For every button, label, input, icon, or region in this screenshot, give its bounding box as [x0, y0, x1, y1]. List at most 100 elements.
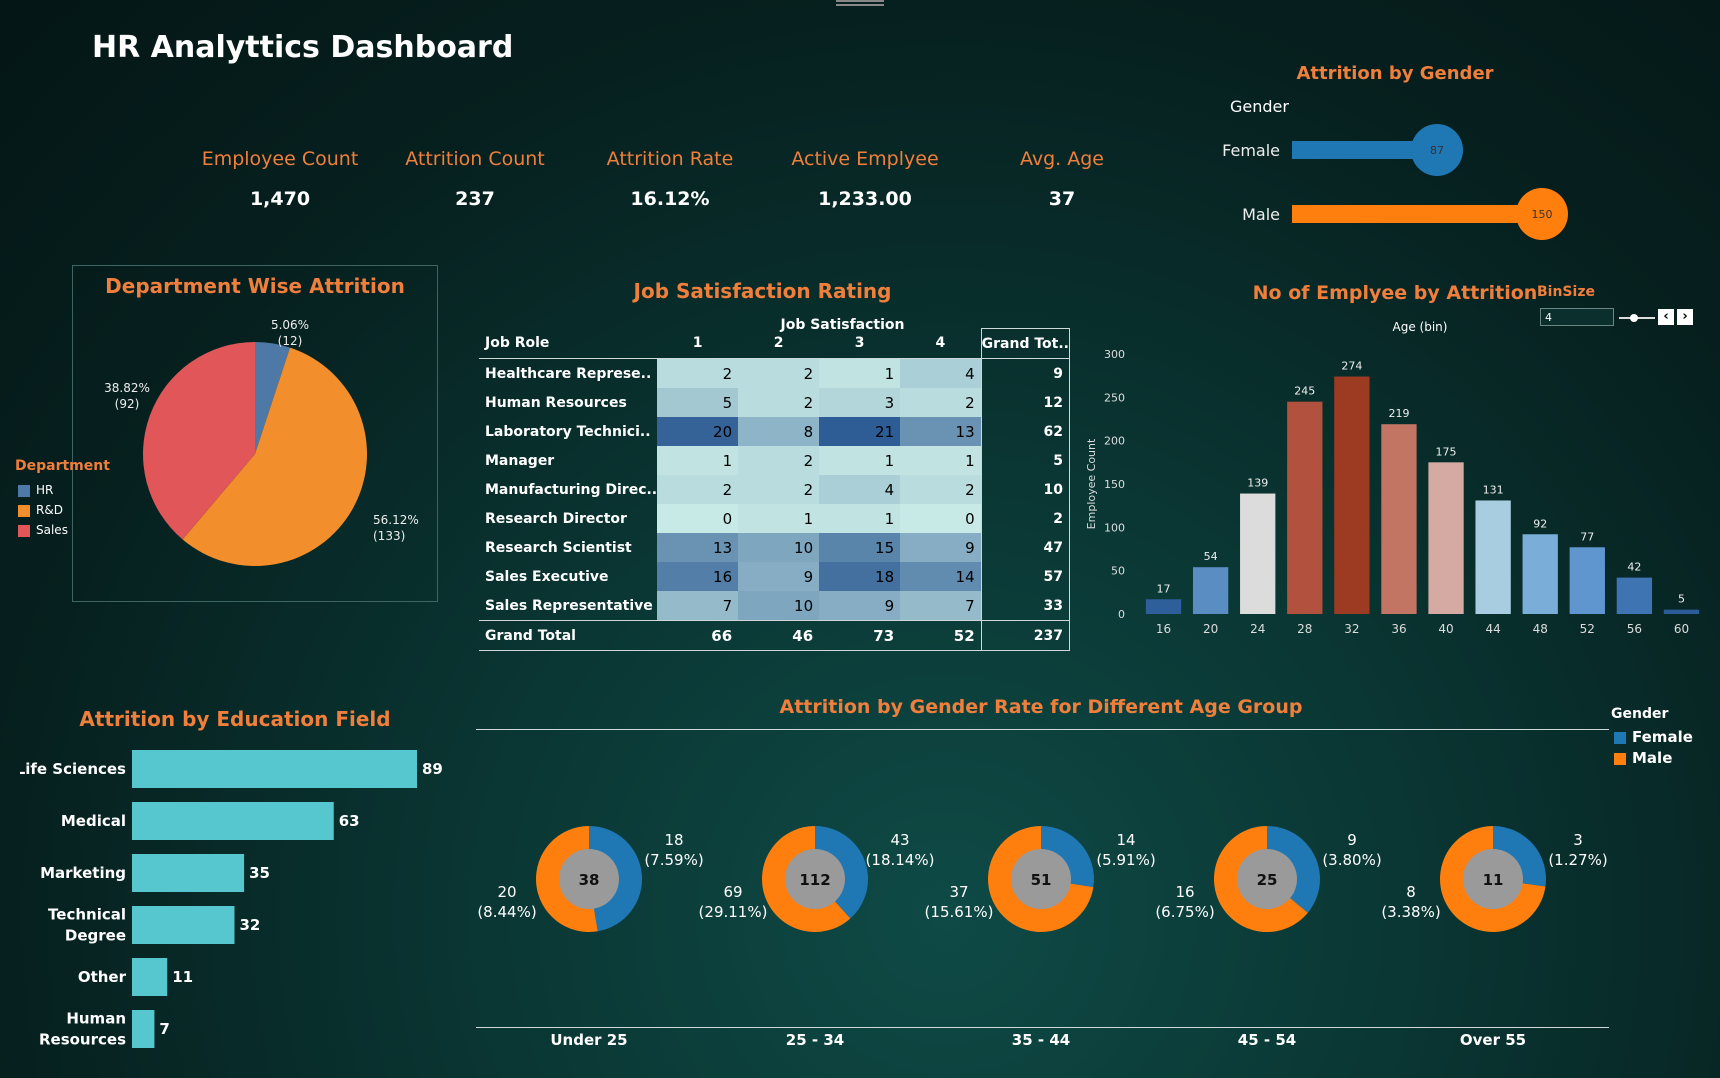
department-legend-title: Department — [15, 458, 110, 474]
heatmap-row-total: 5 — [980, 446, 1070, 475]
heatmap-cell[interactable]: 10 — [738, 591, 820, 621]
heatmap-cell[interactable]: 2 — [738, 475, 820, 504]
histogram-bar-label: 92 — [1533, 517, 1547, 530]
binsize-input[interactable]: 4 — [1540, 308, 1614, 326]
heatmap-cell[interactable]: 21 — [819, 417, 901, 446]
chevron-left-icon[interactable]: ‹ — [1658, 309, 1674, 325]
heatmap-cell[interactable]: 16 — [657, 562, 739, 591]
heatmap-cell[interactable]: 2 — [657, 358, 739, 388]
legend-item-female[interactable]: Female — [1614, 727, 1693, 748]
histogram-bar[interactable] — [1381, 424, 1417, 614]
histogram-bar[interactable] — [1569, 547, 1605, 614]
histogram-bar[interactable] — [1240, 493, 1276, 614]
heatmap-row-label: Healthcare Represe.. — [485, 365, 652, 382]
donut-male-pct: (29.11%) — [699, 903, 768, 921]
histogram-bar[interactable] — [1663, 609, 1700, 614]
y-tick-label: 250 — [1104, 391, 1125, 404]
heatmap-cell[interactable]: 4 — [900, 358, 982, 388]
heatmap-cell[interactable]: 2 — [738, 388, 820, 417]
slider-handle[interactable] — [1630, 314, 1638, 322]
binsize-slider[interactable] — [1619, 314, 1655, 322]
legend-label: Male — [1632, 749, 1673, 767]
heatmap-cell[interactable]: 2 — [900, 388, 982, 417]
heatmap-row: Sales Executive 16 9 18 14 57 — [479, 562, 1070, 591]
education-bar-label: Technical — [48, 906, 126, 924]
histogram-bar-label: 77 — [1580, 530, 1594, 543]
heatmap-cell[interactable]: 9 — [900, 533, 982, 562]
heatmap-cell[interactable]: 13 — [657, 533, 739, 562]
heatmap-cell[interactable]: 20 — [657, 417, 739, 446]
histogram-bar[interactable] — [1145, 599, 1182, 614]
education-bar-label: Life Sciences — [20, 760, 126, 778]
heatmap-cell[interactable]: 0 — [657, 504, 739, 533]
chevron-right-icon[interactable]: › — [1677, 309, 1693, 325]
histogram-bar[interactable] — [1334, 376, 1370, 614]
heatmap-cell[interactable]: 15 — [819, 533, 901, 562]
heatmap-cell[interactable]: 1 — [738, 504, 820, 533]
education-bar-label: Human — [66, 1010, 126, 1028]
heatmap-cell[interactable]: 2 — [738, 358, 820, 388]
legend-item-male[interactable]: Male — [1614, 748, 1693, 769]
grand-total-value: 237 — [980, 620, 1070, 651]
window-grip[interactable] — [836, 0, 884, 6]
heatmap-cell[interactable]: 1 — [819, 446, 901, 475]
gender-bar-value: 150 — [1532, 208, 1553, 221]
education-bar[interactable] — [132, 958, 168, 996]
legend-label: HR — [36, 483, 54, 497]
kpi-value: 1,233.00 — [818, 188, 912, 210]
heatmap-cell[interactable]: 5 — [657, 388, 739, 417]
heatmap-cell[interactable]: 10 — [738, 533, 820, 562]
donut-total: 11 — [1483, 871, 1504, 889]
donut-total: 25 — [1257, 871, 1278, 889]
education-bar[interactable] — [132, 750, 417, 788]
x-tick-label: 32 — [1344, 622, 1359, 636]
heatmap-cell[interactable]: 13 — [900, 417, 982, 446]
heatmap-cell[interactable]: 18 — [819, 562, 901, 591]
histogram-bar-label: 54 — [1204, 550, 1218, 563]
heatmap-cell[interactable]: 7 — [657, 591, 739, 621]
donut-female-pct: (3.80%) — [1322, 851, 1381, 869]
histogram-bar-label: 245 — [1294, 385, 1315, 398]
heatmap-cell[interactable]: 2 — [657, 475, 739, 504]
legend-item-rnd[interactable]: R&D — [18, 500, 68, 520]
heatmap-cell[interactable]: 9 — [819, 591, 901, 621]
legend-item-sales[interactable]: Sales — [18, 520, 68, 540]
legend-item-hr[interactable]: HR — [18, 480, 68, 500]
heatmap-cell[interactable]: 1 — [657, 446, 739, 475]
donut-male-pct: (6.75%) — [1155, 903, 1214, 921]
legend-swatch — [1614, 731, 1626, 744]
histogram-bar[interactable] — [1616, 577, 1653, 614]
heatmap-cell[interactable]: 1 — [900, 446, 982, 475]
donut-female-count: 3 — [1573, 831, 1583, 849]
heatmap-cell[interactable]: 1 — [819, 358, 901, 388]
heatmap-cell[interactable]: 14 — [900, 562, 982, 591]
education-bar-value: 63 — [339, 812, 360, 830]
heatmap-cell[interactable]: 3 — [819, 388, 901, 417]
department-chart-title: Department Wise Attrition — [105, 274, 405, 298]
histogram-bar[interactable] — [1192, 567, 1229, 614]
histogram-bar[interactable] — [1428, 462, 1464, 614]
heatmap-cell[interactable]: 9 — [738, 562, 820, 591]
education-bar[interactable] — [132, 1010, 155, 1048]
heatmap-cell[interactable]: 7 — [900, 591, 982, 621]
education-bar[interactable] — [132, 802, 334, 840]
histogram-bar[interactable] — [1522, 534, 1558, 614]
gender-bar[interactable] — [1292, 205, 1542, 223]
heatmap-cell[interactable]: 0 — [900, 504, 982, 533]
heatmap-cell[interactable]: 1 — [819, 504, 901, 533]
heatmap-header-row: Job Role 1 2 3 4 Grand Tot.. — [479, 328, 1070, 359]
histogram-bar[interactable] — [1475, 500, 1511, 614]
heatmap-cell[interactable]: 2 — [738, 446, 820, 475]
department-legend: HR R&D Sales — [18, 480, 68, 540]
education-bar-label: Resources — [39, 1031, 126, 1049]
education-bar[interactable] — [132, 906, 235, 944]
histogram-bar[interactable] — [1287, 401, 1323, 614]
kpi-active-employee: Active Emplyee 1,233.00 — [770, 148, 960, 210]
heatmap-cell[interactable]: 2 — [900, 475, 982, 504]
job-satisfaction-title: Job Satisfaction Rating — [633, 279, 892, 303]
education-bar[interactable] — [132, 854, 245, 892]
heatmap-cell[interactable]: 4 — [819, 475, 901, 504]
kpi-label: Avg. Age — [1019, 148, 1104, 170]
pie-slice-pct: 56.12% — [373, 513, 419, 527]
heatmap-cell[interactable]: 8 — [738, 417, 820, 446]
